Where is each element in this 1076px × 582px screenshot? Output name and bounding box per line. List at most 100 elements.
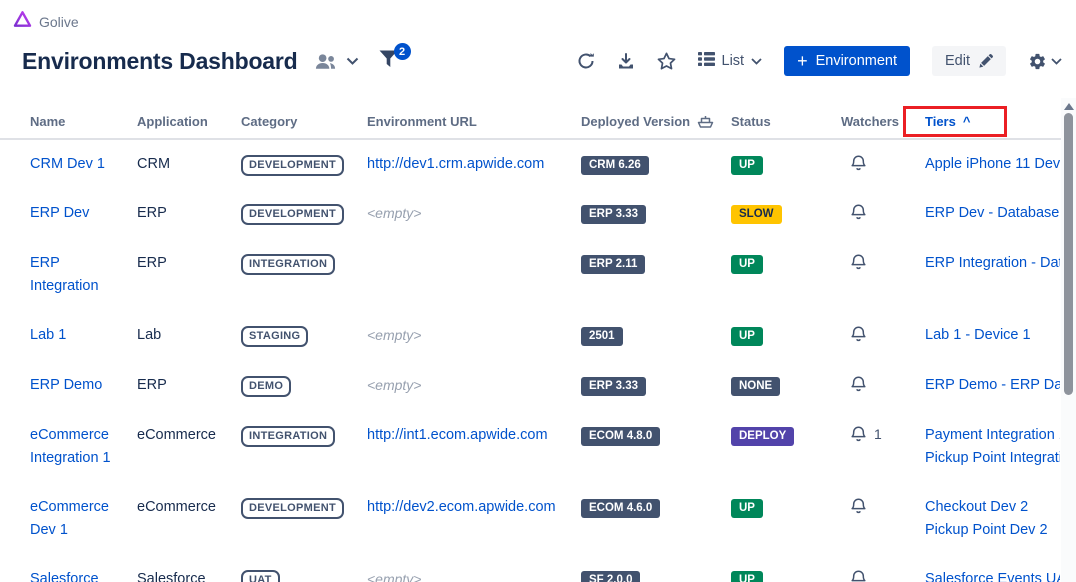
view-selector[interactable]: List [698,52,763,70]
cell-environment-url: http://dev1.crm.apwide.com [367,153,581,176]
cell-application: CRM [137,153,241,176]
version-badge: 2501 [581,327,623,346]
environment-name-link[interactable]: Lab 1 [30,327,66,343]
chevron-down-icon[interactable] [346,57,359,65]
tier-link[interactable]: ERP Demo - ERP Data.. [925,377,1060,393]
category-badge: INTEGRATION [241,254,335,275]
status-badge: UP [731,499,763,518]
cell-category: DEMO [241,374,367,397]
bell-icon[interactable] [850,203,867,222]
scrollbar-thumb[interactable] [1064,113,1073,395]
version-badge: SF 2.0.0 [581,571,640,582]
vertical-scrollbar[interactable] [1061,98,1076,582]
gear-icon [1028,52,1047,71]
add-environment-button[interactable]: + Environment [784,46,910,76]
cell-status: UP [731,324,841,347]
bell-icon[interactable] [850,569,867,582]
environment-name-link[interactable]: ERP Integration [30,255,99,294]
column-header-tiers[interactable]: Tiers^ [925,114,1060,129]
cell-tiers: Lab 1 - Device 1 [925,324,1060,347]
cell-name: ERP Dev [30,202,137,225]
page-header: Environments Dashboard 2 [0,33,1076,76]
cell-category: INTEGRATION [241,424,367,447]
cell-environment-url: <empty> [367,568,581,582]
cell-name: eCommerce Integration 1 [30,424,137,470]
environment-name-link[interactable]: CRM Dev 1 [30,156,105,172]
tier-line: Payment Integration 1 [925,424,1060,447]
cell-category: DEVELOPMENT [241,153,367,176]
cell-name: CRM Dev 1 [30,153,137,176]
topbar: Golive [0,0,1076,33]
column-header-name[interactable]: Name [30,114,137,129]
ship-icon [697,114,714,129]
app-name: Golive [39,14,79,30]
cell-application: eCommerce [137,496,241,519]
empty-placeholder: <empty> [367,377,421,393]
environment-name-link[interactable]: ERP Demo [30,377,102,393]
cell-application: ERP [137,202,241,225]
shared-with-icon[interactable] [314,53,337,70]
bell-icon[interactable] [850,375,867,394]
environment-name-link[interactable]: eCommerce Dev 1 [30,499,109,538]
column-header-url[interactable]: Environment URL [367,114,581,129]
star-icon[interactable] [657,52,676,70]
tier-line: Checkout Dev 2 [925,496,1060,519]
settings-control[interactable] [1028,52,1062,71]
environment-name-link[interactable]: eCommerce Integration 1 [30,427,111,466]
cell-name: Salesforce [30,568,137,582]
tier-line: Pickup Point Integrati.. [925,447,1060,470]
column-header-application[interactable]: Application [137,114,241,129]
tier-link[interactable]: ERP Dev - Database [925,205,1059,221]
cell-environment-url: <empty> [367,374,581,398]
tier-link[interactable]: Apple iPhone 11 Deve.. [925,156,1060,172]
cell-deployed-version: ECOM 4.8.0 [581,424,731,447]
environment-url-link[interactable]: http://dev2.ecom.apwide.com [367,499,556,515]
environment-url-link[interactable]: http://dev1.crm.apwide.com [367,156,544,172]
bell-icon[interactable] [850,497,867,516]
column-label-version: Deployed Version [581,114,690,129]
column-header-watchers[interactable]: Watchers [841,114,925,129]
filter-count-badge: 2 [394,43,411,60]
status-badge: SLOW [731,205,782,224]
table-row: SalesforceSalesforceUAT<empty>SF 2.0.0UP… [0,555,1076,582]
environment-url-link[interactable]: http://int1.ecom.apwide.com [367,427,548,443]
tier-link[interactable]: Pickup Point Dev 2 [925,522,1048,538]
version-badge: CRM 6.26 [581,156,649,175]
column-header-category[interactable]: Category [241,114,367,129]
cell-tiers: ERP Dev - Database [925,202,1060,225]
filter-control[interactable]: 2 [379,50,398,72]
bell-icon[interactable] [850,253,867,272]
cell-application: ERP [137,374,241,397]
tier-link[interactable]: Salesforce Events UAT [925,571,1060,582]
download-icon[interactable] [617,52,635,70]
edit-label: Edit [945,53,970,69]
bell-icon[interactable] [850,425,867,444]
tier-link[interactable]: Pickup Point Integrati.. [925,450,1060,466]
environment-name-link[interactable]: Salesforce [30,571,99,582]
tier-link[interactable]: ERP Integration - Data.. [925,255,1060,271]
tier-link[interactable]: Lab 1 - Device 1 [925,327,1031,343]
environment-name-link[interactable]: ERP Dev [30,205,89,221]
column-label-watchers: Watchers [841,114,899,129]
table-row: eCommerce Dev 1eCommerceDEVELOPMENThttp:… [0,483,1076,555]
golive-logo-icon [13,10,32,33]
scroll-up-icon[interactable] [1064,103,1074,110]
tier-link[interactable]: Checkout Dev 2 [925,499,1028,515]
tier-line: Apple iPhone 11 Deve.. [925,153,1060,176]
column-header-version[interactable]: Deployed Version [581,114,731,129]
table-body: CRM Dev 1 CRMDEVELOPMENThttp://dev1.crm.a… [0,140,1076,582]
cell-deployed-version: SF 2.0.0 [581,568,731,582]
cell-watchers [841,153,925,173]
bell-icon[interactable] [850,325,867,344]
version-badge: ERP 3.33 [581,205,646,224]
cell-watchers [841,202,925,222]
edit-button[interactable]: Edit [932,46,1006,76]
column-header-status[interactable]: Status [731,114,841,129]
column-label-category: Category [241,114,297,129]
cell-tiers: Salesforce Events UAT [925,568,1060,582]
tier-link[interactable]: Payment Integration 1 [925,427,1060,443]
refresh-icon[interactable] [577,52,595,70]
bell-icon[interactable] [850,154,867,173]
cell-environment-url: http://dev2.ecom.apwide.com [367,496,581,519]
table-row: eCommerce Integration 1eCommerceINTEGRAT… [0,411,1076,483]
